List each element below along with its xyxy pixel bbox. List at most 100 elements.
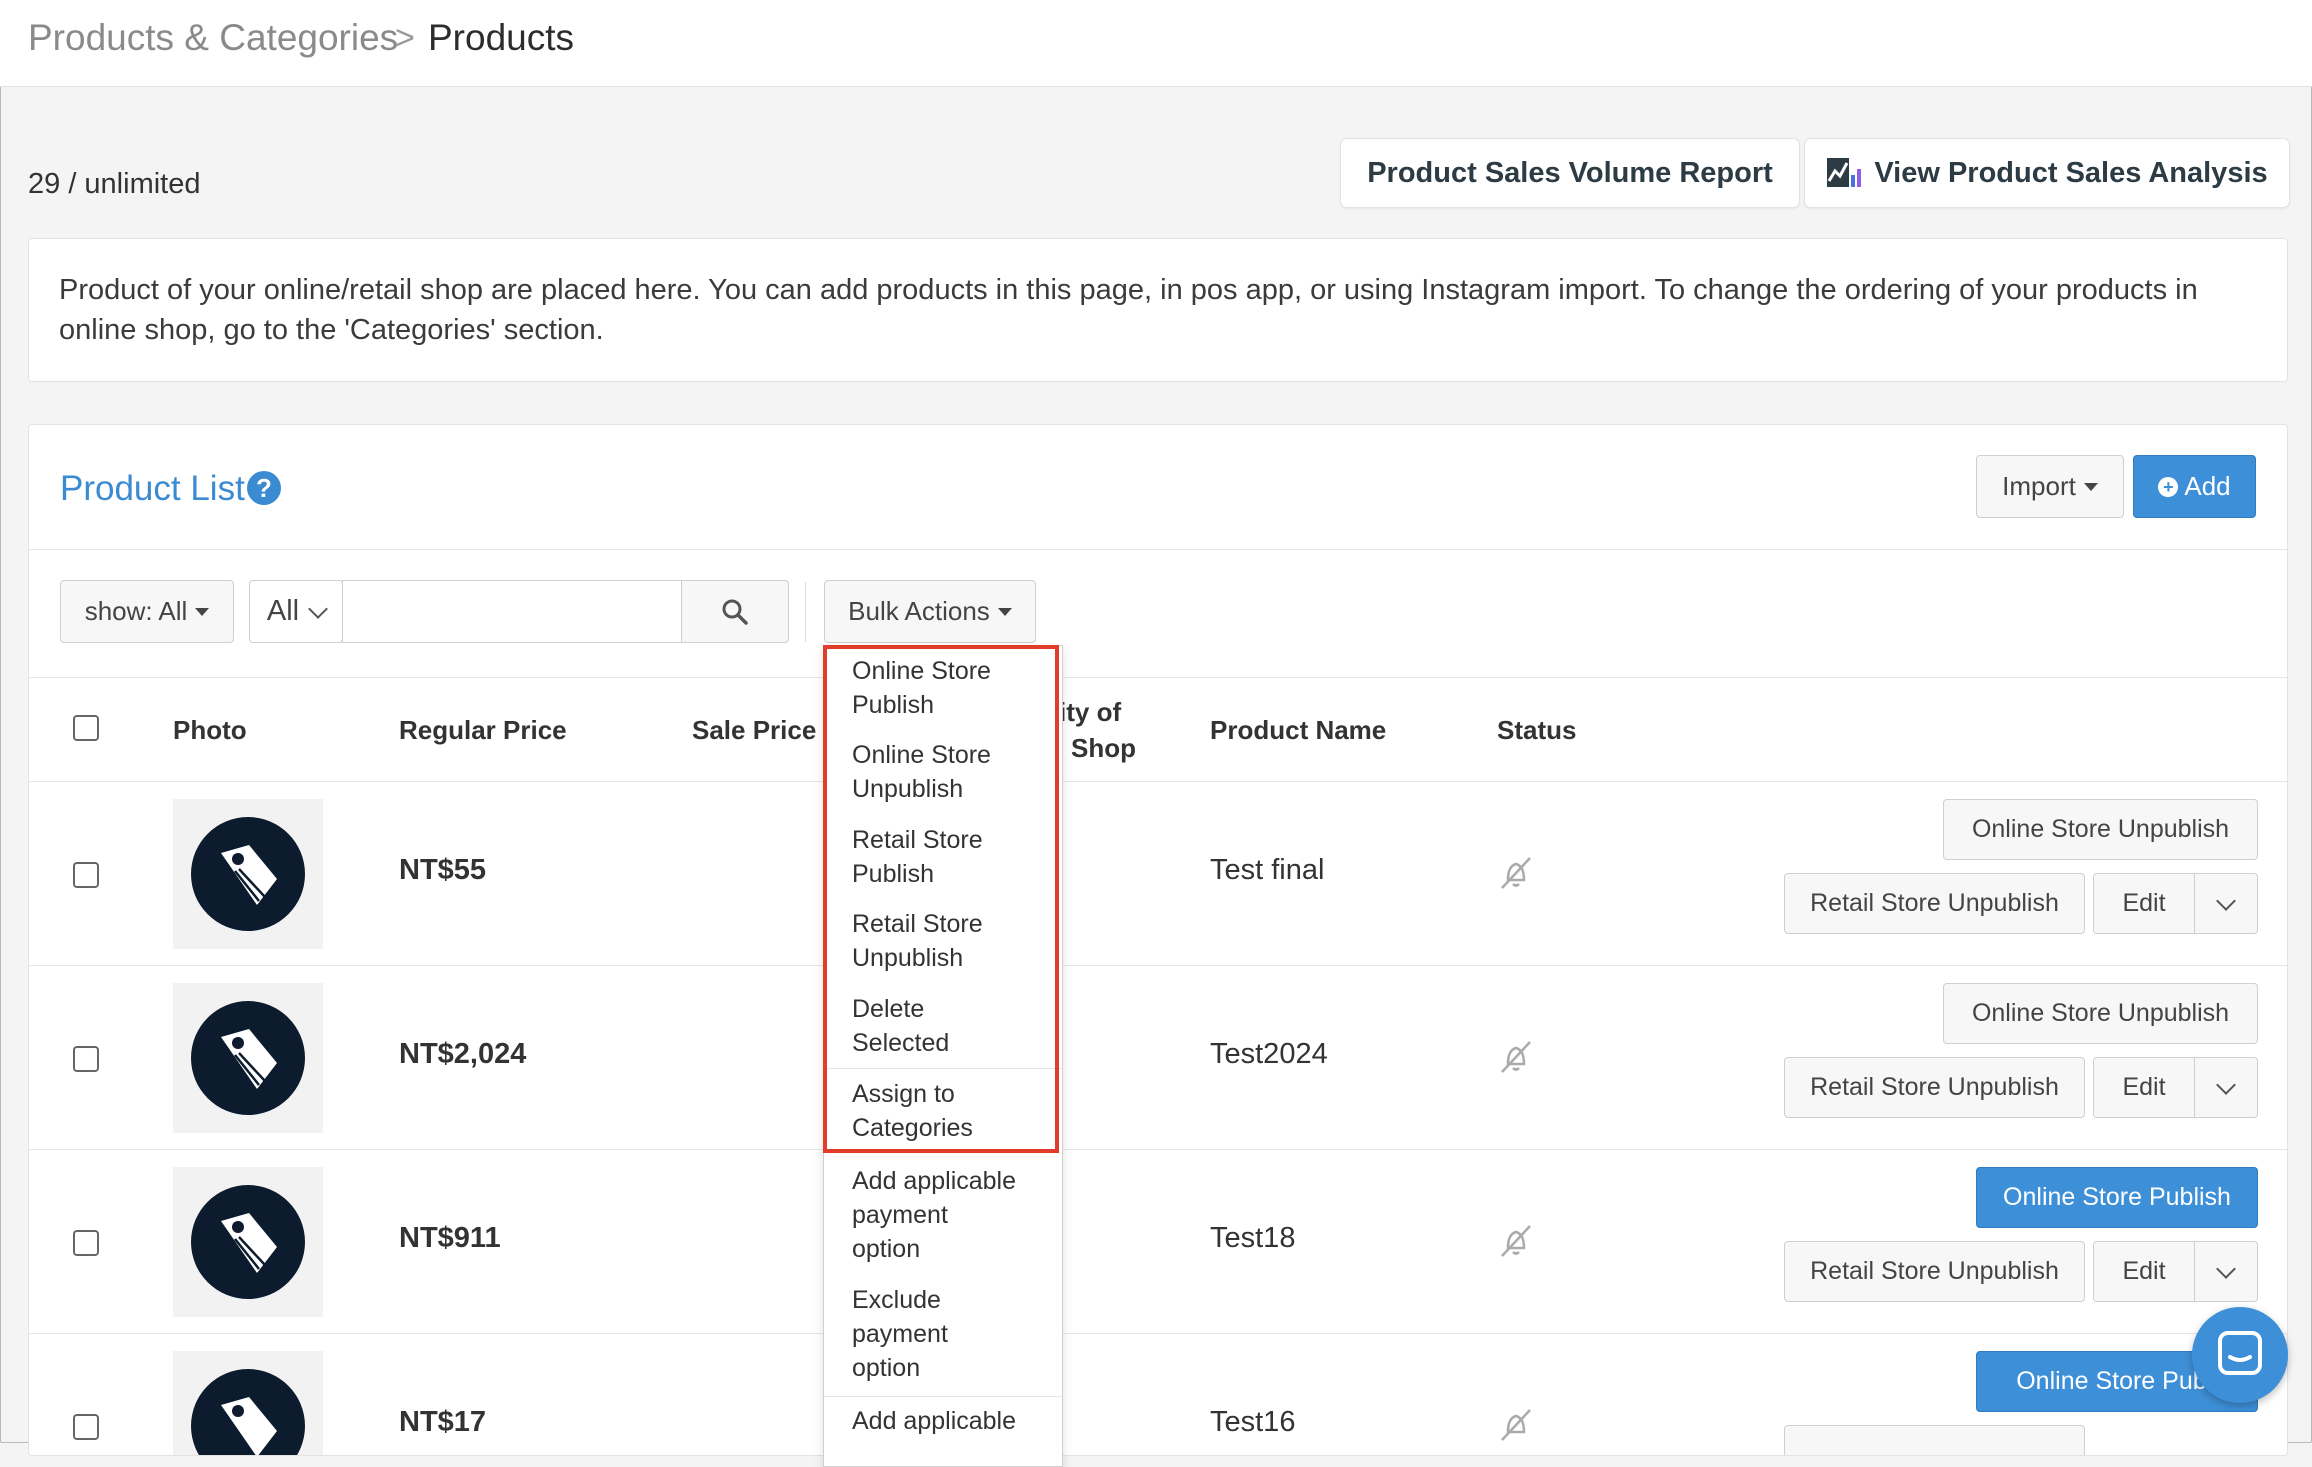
menu-item-delete-selected[interactable]: Delete Selected xyxy=(852,992,1062,1060)
tag-logo-icon xyxy=(191,1185,305,1299)
sales-volume-report-button[interactable]: Product Sales Volume Report xyxy=(1340,138,1800,208)
product-list-panel: Product List ? Import + Add show: All Al… xyxy=(28,424,2288,1456)
table-row: NT$2,024 Test2024 Online Store Unpublish… xyxy=(29,966,2287,1150)
header-product-name[interactable]: Product Name xyxy=(1210,715,1386,746)
row-checkbox[interactable] xyxy=(73,1046,99,1072)
retail-store-toggle-button[interactable]: Retail Store Unpublish xyxy=(1784,1241,2085,1302)
header-regular-price[interactable]: Regular Price xyxy=(399,715,567,746)
bell-slash-icon xyxy=(1501,1041,1531,1073)
show-filter-dropdown[interactable]: show: All xyxy=(60,580,234,643)
retail-store-toggle-button[interactable] xyxy=(1784,1425,2085,1455)
menu-divider xyxy=(824,1396,1062,1397)
retail-store-toggle-button[interactable]: Retail Store Unpublish xyxy=(1784,1057,2085,1118)
tag-logo-icon xyxy=(191,1001,305,1115)
product-quota: 29 / unlimited xyxy=(28,168,201,200)
edit-button[interactable]: Edit xyxy=(2093,1057,2195,1118)
panel-header: Product List ? Import + Add xyxy=(29,425,2287,550)
row-actions-dropdown[interactable] xyxy=(2194,1241,2258,1302)
product-name[interactable]: Test16 xyxy=(1210,1406,1295,1439)
menu-item-line: Publish xyxy=(852,860,934,888)
search-field-select[interactable]: All xyxy=(249,580,343,643)
product-photo[interactable] xyxy=(173,799,323,949)
bell-slash-icon xyxy=(1501,1409,1531,1441)
menu-item-line: Add applicable xyxy=(852,1407,1017,1435)
regular-price: NT$55 xyxy=(399,854,487,886)
show-filter-label: show: All xyxy=(84,596,188,626)
online-store-toggle-label: Online Store Unpublish xyxy=(1971,815,2230,843)
menu-item-line: Unpublish xyxy=(852,775,964,803)
filter-row: show: All All Bulk Actions xyxy=(29,549,2287,678)
menu-item-exclude-payment-option[interactable]: Exclude payment option xyxy=(852,1283,1062,1385)
chevron-down-icon xyxy=(2216,1258,2236,1279)
import-label: Import xyxy=(2002,471,2076,501)
product-name[interactable]: Test18 xyxy=(1210,1222,1295,1255)
menu-item-line: Selected xyxy=(852,1029,950,1057)
menu-item-retail-store-unpublish[interactable]: Retail Store Unpublish xyxy=(852,907,1062,975)
menu-item-line: Retail Store xyxy=(852,826,983,854)
menu-item-online-store-unpublish[interactable]: Online Store Unpublish xyxy=(852,738,1062,806)
edit-label: Edit xyxy=(2122,1073,2166,1101)
retail-store-toggle-label: Retail Store Unpublish xyxy=(1810,1073,2059,1101)
divider xyxy=(805,582,806,642)
online-store-toggle-button[interactable]: Online Store Unpublish xyxy=(1943,799,2258,860)
bell-slash-icon xyxy=(1501,857,1531,889)
menu-item-line: Assign to xyxy=(852,1080,955,1108)
menu-item-online-store-publish[interactable]: Online Store Publish xyxy=(852,654,1062,722)
import-button[interactable]: Import xyxy=(1976,455,2124,518)
search-icon xyxy=(722,599,748,625)
menu-item-line: Retail Store xyxy=(852,910,983,938)
breadcrumb-current: Products xyxy=(428,17,575,58)
product-name[interactable]: Test2024 xyxy=(1210,1038,1328,1071)
bulk-actions-menu: Online Store Publish Online Store Unpubl… xyxy=(823,645,1063,1467)
row-checkbox[interactable] xyxy=(73,862,99,888)
product-photo[interactable] xyxy=(173,1351,323,1455)
panel-title: Product List xyxy=(60,469,245,508)
product-photo[interactable] xyxy=(173,983,323,1133)
menu-item-assign-to-categories[interactable]: Assign to Categories xyxy=(852,1077,1062,1145)
chat-icon xyxy=(2218,1331,2262,1375)
menu-item-line: Unpublish xyxy=(852,944,964,972)
plus-circle-icon: + xyxy=(2158,476,2179,497)
menu-item-line: Exclude xyxy=(852,1286,941,1314)
row-actions-dropdown[interactable] xyxy=(2194,873,2258,934)
online-store-toggle-button[interactable]: Online Store Unpublish xyxy=(1943,983,2258,1044)
chevron-down-icon xyxy=(2216,1074,2236,1095)
select-all-checkbox[interactable] xyxy=(73,715,99,741)
product-name[interactable]: Test final xyxy=(1210,854,1324,887)
info-text: Product of your online/retail shop are p… xyxy=(59,274,2198,346)
row-checkbox[interactable] xyxy=(73,1414,99,1440)
product-photo[interactable] xyxy=(173,1167,323,1317)
online-store-toggle-button[interactable]: Online Store Publish xyxy=(1976,1167,2258,1228)
menu-item-line: Delete xyxy=(852,995,925,1023)
online-store-toggle-label: Online Store Publish xyxy=(2003,1183,2231,1211)
search-field-value: All xyxy=(266,595,300,627)
view-sales-analysis-label: View Product Sales Analysis xyxy=(1874,156,2268,189)
header-quantity-line1: ity of xyxy=(1059,697,1122,727)
table-header: Photo Regular Price Sale Price ity of Sh… xyxy=(29,677,2287,782)
chat-launcher-button[interactable] xyxy=(2192,1307,2288,1403)
menu-item-line: Add applicable xyxy=(852,1167,1017,1195)
add-label: Add xyxy=(2184,471,2231,501)
header-sale-price[interactable]: Sale Price xyxy=(692,715,816,746)
retail-store-toggle-label: Retail Store Unpublish xyxy=(1810,889,2059,917)
add-button[interactable]: + Add xyxy=(2133,455,2256,518)
menu-item-line: Categories xyxy=(852,1114,973,1142)
row-checkbox[interactable] xyxy=(73,1230,99,1256)
edit-button[interactable]: Edit xyxy=(2093,873,2195,934)
menu-item-add-payment-option[interactable]: Add applicable payment option xyxy=(852,1164,1062,1266)
top-bar: Products & Categories > Products xyxy=(0,0,2312,87)
retail-store-toggle-button[interactable]: Retail Store Unpublish xyxy=(1784,873,2085,934)
row-actions-dropdown[interactable] xyxy=(2194,1057,2258,1118)
search-input[interactable] xyxy=(342,580,682,643)
view-sales-analysis-button[interactable]: View Product Sales Analysis xyxy=(1804,138,2290,208)
header-status: Status xyxy=(1497,715,1577,745)
retail-store-toggle-label: Retail Store Unpublish xyxy=(1810,1257,2059,1285)
menu-item-line: Online Store xyxy=(852,741,991,769)
menu-item-retail-store-publish[interactable]: Retail Store Publish xyxy=(852,823,1062,891)
breadcrumb-parent[interactable]: Products & Categories xyxy=(28,16,398,60)
bulk-actions-button[interactable]: Bulk Actions xyxy=(824,580,1036,643)
edit-button[interactable]: Edit xyxy=(2093,1241,2195,1302)
menu-item-add-applicable[interactable]: Add applicable xyxy=(852,1404,1062,1438)
help-icon[interactable]: ? xyxy=(247,471,281,505)
search-button[interactable] xyxy=(681,580,789,643)
